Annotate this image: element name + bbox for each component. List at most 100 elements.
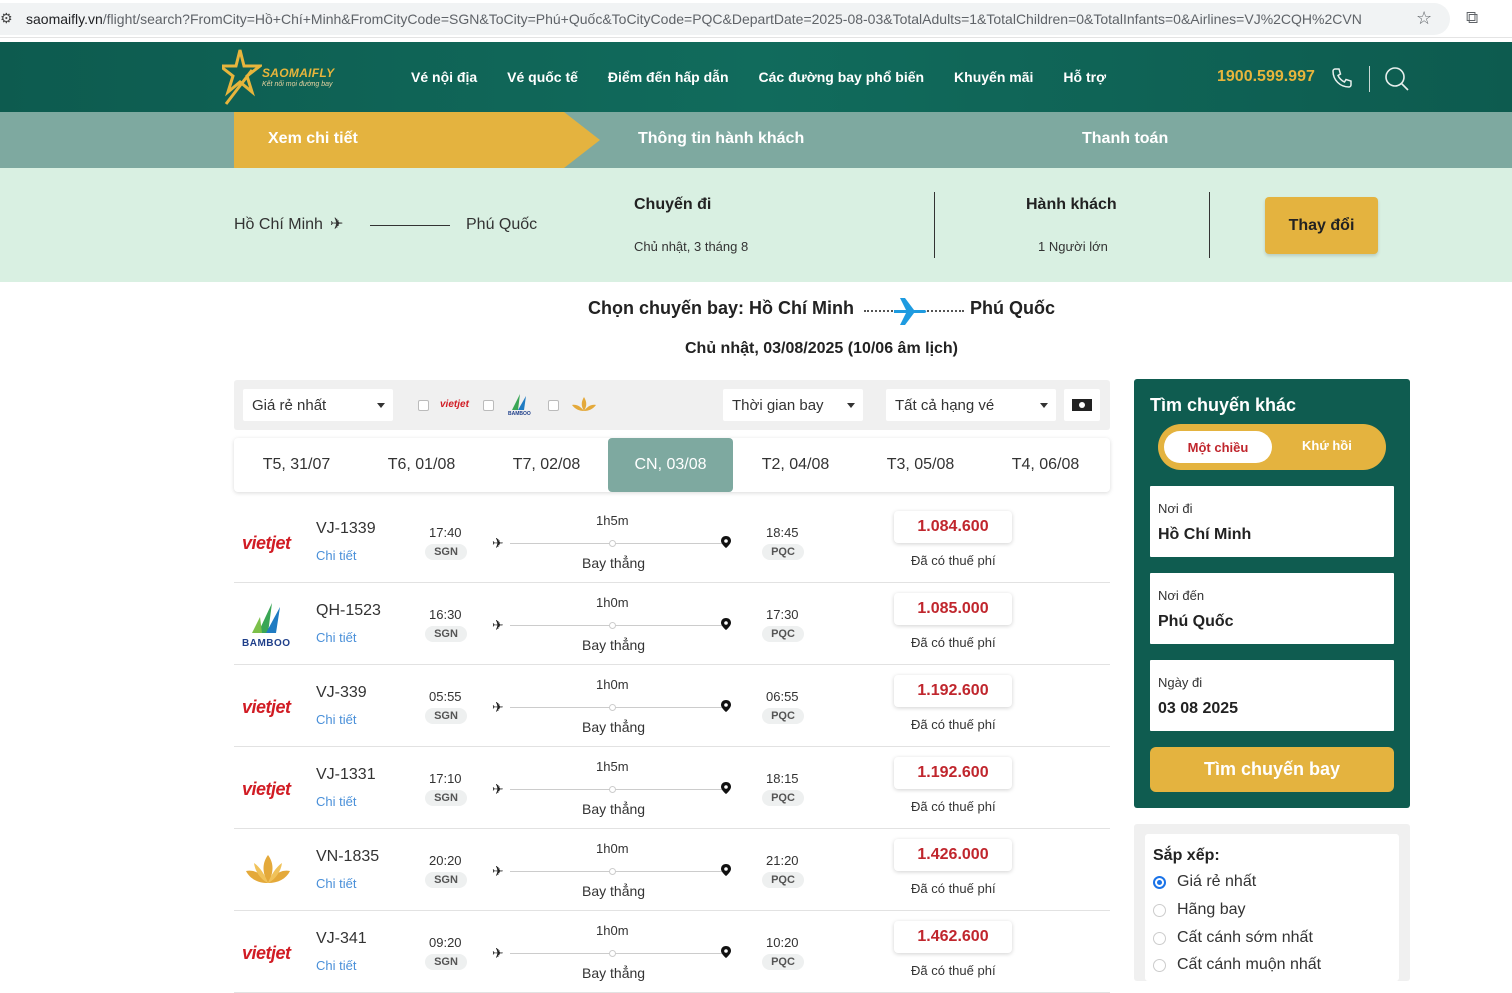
search-icon[interactable] — [1384, 66, 1410, 92]
route-track — [510, 707, 722, 708]
date-tab[interactable]: T5, 31/07 — [234, 438, 359, 492]
route-track — [510, 625, 722, 626]
origin-value: Hồ Chí Minh — [1158, 526, 1252, 543]
sort-option-label: Giá rẻ nhất — [1177, 873, 1257, 890]
flight-detail-link[interactable]: Chi tiết — [316, 794, 356, 809]
nav-popular-routes[interactable]: Các đường bay phổ biến — [759, 69, 925, 85]
hotline-number[interactable]: 1900.599.997 — [1217, 68, 1315, 86]
trip-summary: Hồ Chí Minh ✈ Phú Quốc Chuyến đi Chủ nhậ… — [0, 168, 1512, 282]
flight-detail-link[interactable]: Chi tiết — [316, 958, 356, 973]
nav-international[interactable]: Vé quốc tế — [507, 69, 578, 85]
bookmark-star-icon[interactable]: ☆ — [1416, 8, 1432, 29]
ticket-class-select[interactable]: Tất cả hạng vé — [886, 389, 1056, 421]
price-button[interactable]: 1.192.600 — [894, 757, 1012, 789]
location-pin-icon — [721, 700, 731, 712]
vietjet-logo-text: vietjet — [242, 533, 291, 553]
price-button[interactable]: 1.426.000 — [894, 839, 1012, 871]
flight-code: VN-1835 — [316, 848, 380, 865]
route-track — [510, 871, 722, 872]
choose-flight-destination: Phú Quốc — [970, 298, 1055, 318]
step-view-details: Xem chi tiết — [234, 112, 600, 168]
radio[interactable] — [1153, 958, 1166, 972]
flight-row[interactable]: vietjet VJ-339 Chi tiết 05:55 SGN 1h0m ✈ Bay th… — [234, 665, 1110, 747]
sort-option-label: Cất cánh sớm nhất — [1177, 929, 1313, 946]
vietnamairlines-checkbox[interactable] — [548, 400, 559, 411]
vietjet-logo-text: vietjet — [242, 697, 291, 717]
flight-duration: 1h5m — [596, 513, 629, 528]
arrival-time: 17:30 — [766, 607, 799, 622]
destination-field[interactable]: Nơi đến Phú Quốc — [1150, 573, 1394, 644]
date-tab[interactable]: T4, 06/08 — [983, 438, 1108, 492]
sort-option-label: Hãng bay — [1177, 901, 1246, 918]
chevron-down-icon — [377, 403, 385, 408]
change-search-button[interactable]: Thay đổi — [1265, 197, 1378, 254]
vietjet-checkbox[interactable] — [418, 400, 429, 411]
departure-time: 16:30 — [429, 607, 462, 622]
nav-support[interactable]: Hỗ trợ — [1063, 69, 1106, 85]
flight-detail-link[interactable]: Chi tiết — [316, 712, 356, 727]
flight-row[interactable]: VN-1835 Chi tiết 20:20 SGN 1h0m ✈ Bay thẳng 21:… — [234, 829, 1110, 911]
tax-included-note: Đã có thuế phí — [911, 881, 996, 896]
arrival-airport-badge: PQC — [762, 708, 804, 724]
flight-time-select[interactable]: Thời gian bay — [723, 389, 863, 421]
url-text[interactable]: saomaifly.vn/flight/search?FromCity=Hồ+C… — [26, 11, 1362, 27]
price-button[interactable]: 1.192.600 — [894, 675, 1012, 707]
flight-row[interactable]: vietjet VJ-1339 Chi tiết 17:40 SGN 1h5m ✈ Bay t… — [234, 501, 1110, 583]
search-other-flights-panel: Tìm chuyến khác Một chiều Khứ hồi Nơi đi… — [1134, 379, 1410, 808]
choose-flight-title: Chọn chuyến bay: Hồ Chí Minh — [588, 298, 854, 318]
arrival-airport-badge: PQC — [762, 790, 804, 806]
date-tab[interactable]: T2, 04/08 — [733, 438, 858, 492]
step-label: Xem chi tiết — [268, 130, 358, 147]
airline-logo: BAMBOO — [240, 603, 296, 649]
flight-detail-link[interactable]: Chi tiết — [316, 548, 356, 563]
arrival-time: 10:20 — [766, 935, 799, 950]
date-tab[interactable]: T3, 05/08 — [858, 438, 983, 492]
phone-icon[interactable] — [1330, 66, 1354, 90]
sort-panel: Sắp xếp: Giá rẻ nhất Hãng bay Cất cánh s… — [1134, 824, 1410, 981]
roundtrip-option[interactable]: Khứ hồi — [1302, 438, 1352, 453]
tax-included-note: Đã có thuế phí — [911, 635, 996, 650]
flight-detail-link[interactable]: Chi tiết — [316, 630, 356, 645]
nav-destinations[interactable]: Điểm đến hấp dẫn — [608, 69, 729, 85]
sort-option-earliest[interactable]: Cất cánh sớm nhất — [1153, 928, 1313, 948]
vietjet-logo-text: vietjet — [242, 943, 291, 963]
oneway-option[interactable]: Một chiều — [1164, 431, 1272, 463]
price-button[interactable]: 1.085.000 — [894, 593, 1012, 625]
radio[interactable] — [1153, 903, 1166, 917]
sort-option-cheapest[interactable]: Giá rẻ nhất — [1153, 872, 1256, 892]
extensions-icon[interactable]: ⧉ — [1466, 8, 1478, 28]
depart-date-field[interactable]: Ngày đi 03 08 2025 — [1150, 660, 1394, 731]
nav-promotions[interactable]: Khuyến mãi — [954, 69, 1033, 85]
date-tab[interactable]: T7, 02/08 — [484, 438, 609, 492]
brand-tagline: Kết nối mọi đường bay — [262, 81, 333, 88]
currency-button[interactable] — [1064, 389, 1100, 421]
site-logo[interactable]: SAOMAIFLY Kết nối mọi đường bay — [215, 48, 342, 106]
location-pin-icon — [721, 946, 731, 958]
trip-type-toggle: Một chiều Khứ hồi — [1158, 424, 1386, 470]
price-button[interactable]: 1.462.600 — [894, 921, 1012, 953]
date-tab-active[interactable]: CN, 03/08 — [608, 438, 733, 492]
airline-logo: vietjet — [240, 769, 296, 809]
sort-option-latest[interactable]: Cất cánh muộn nhất — [1153, 955, 1321, 975]
url-path: /flight/search?FromCity=Hồ+Chí+Minh&From… — [102, 11, 1362, 27]
radio-selected[interactable] — [1153, 875, 1166, 889]
origin-field[interactable]: Nơi đi Hồ Chí Minh — [1150, 486, 1394, 557]
stops-label: Bay thẳng — [582, 719, 646, 735]
flight-row[interactable]: BAMBOO QH-1523 Chi tiết 16:30 SGN 1h0m ✈ Bay th… — [234, 583, 1110, 665]
bamboo-checkbox[interactable] — [483, 400, 494, 411]
date-tab[interactable]: T6, 01/08 — [359, 438, 484, 492]
flight-code: VJ-1331 — [316, 766, 376, 783]
search-flights-button[interactable]: Tìm chuyến bay — [1150, 747, 1394, 792]
sort-select[interactable]: Giá rẻ nhất — [243, 389, 393, 421]
vietjet-logo-text: vietjet — [242, 779, 291, 799]
price-button[interactable]: 1.084.600 — [894, 511, 1012, 543]
sort-option-airline[interactable]: Hãng bay — [1153, 900, 1246, 920]
nav-domestic[interactable]: Vé nội địa — [411, 69, 477, 85]
url-host: saomaifly.vn — [26, 11, 103, 27]
site-settings-icon[interactable]: ⚙ — [0, 10, 18, 28]
radio[interactable] — [1153, 931, 1166, 945]
bamboo-logo-text: BAMBOO — [242, 638, 291, 649]
flight-row[interactable]: vietjet VJ-1331 Chi tiết 17:10 SGN 1h5m ✈ Bay t… — [234, 747, 1110, 829]
flight-detail-link[interactable]: Chi tiết — [316, 876, 356, 891]
departure-airport-badge: SGN — [425, 708, 467, 724]
